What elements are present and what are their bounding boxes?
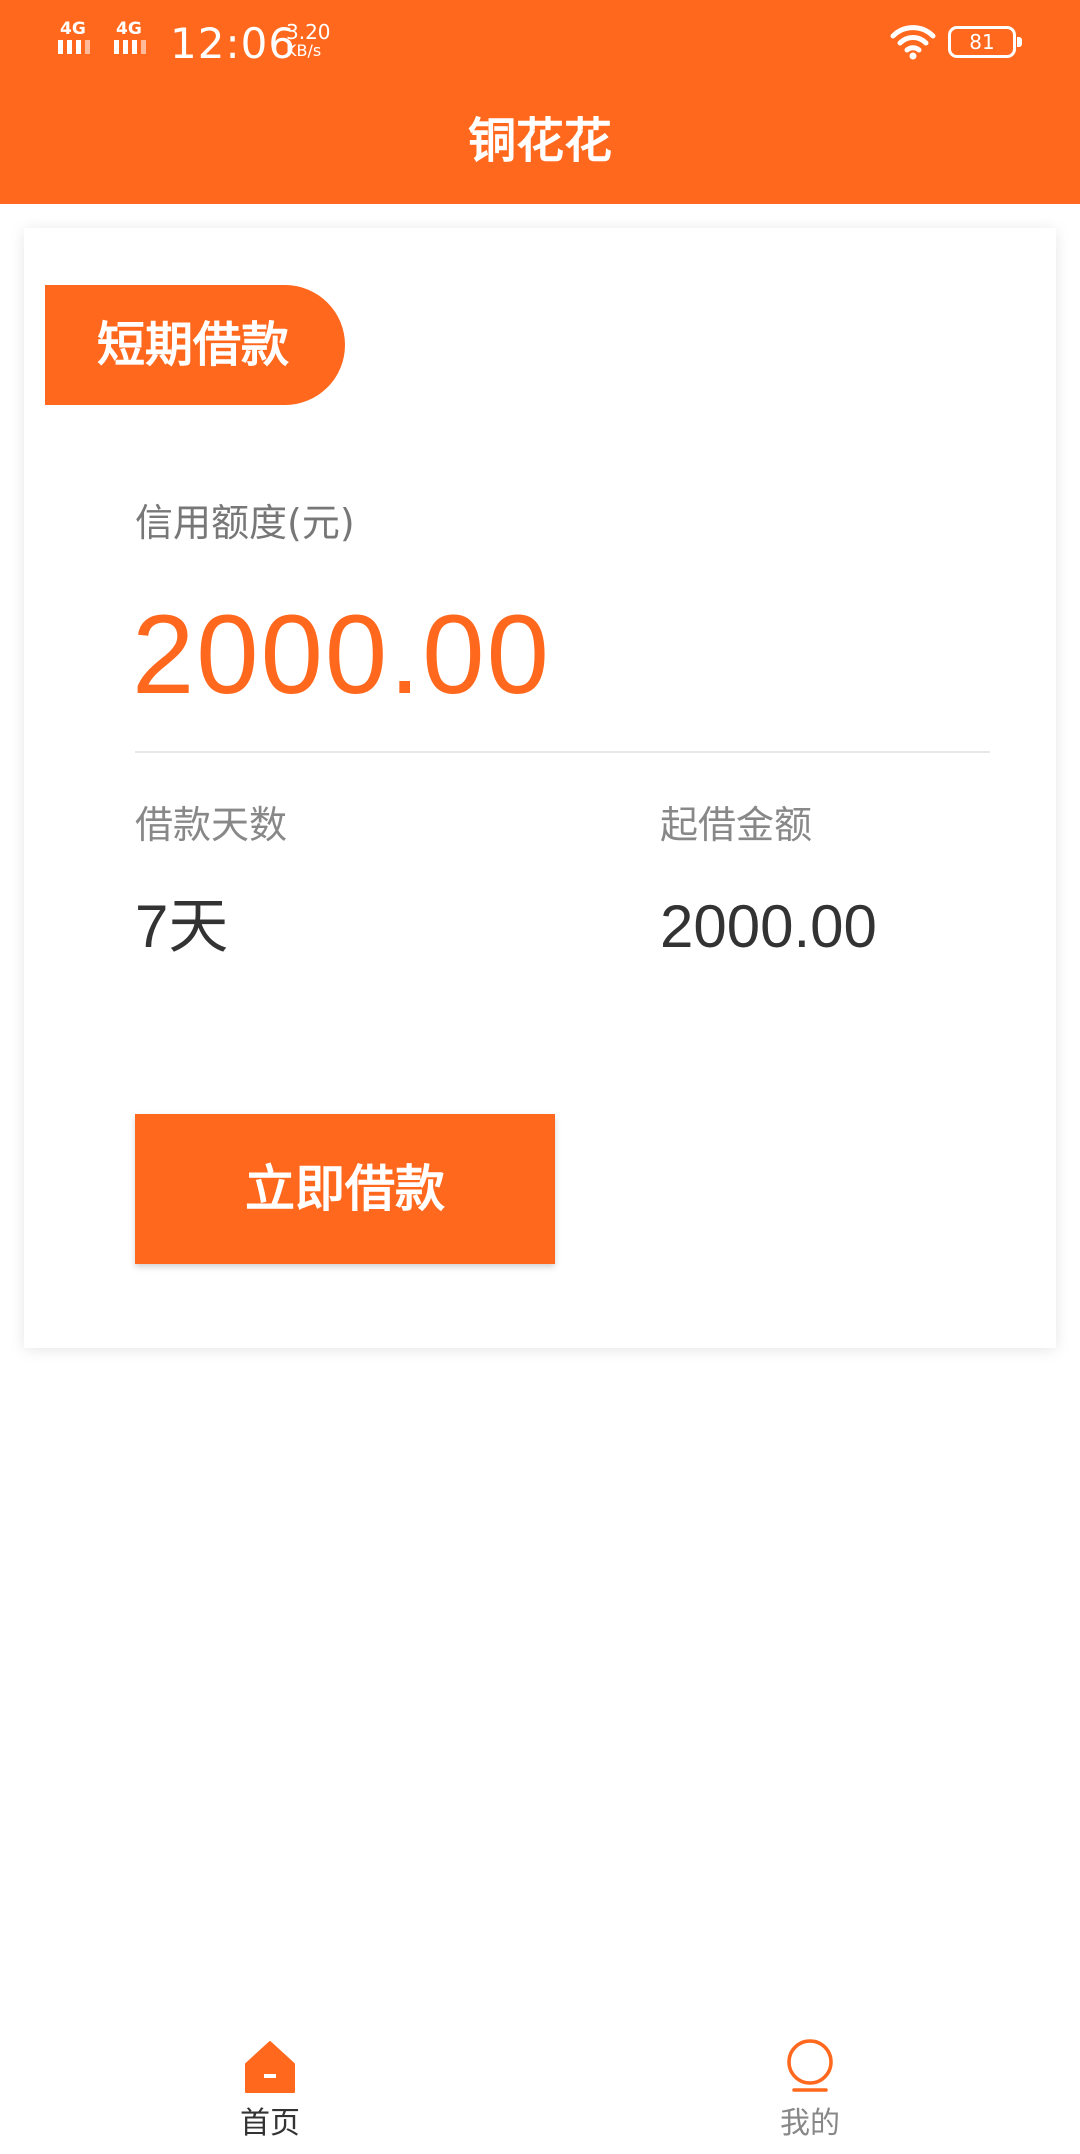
signal-bars-2-icon xyxy=(114,40,146,54)
credit-limit-value: 2000.00 xyxy=(132,592,551,717)
status-bar: 4G 4G 12:06 3.20 KB/s 81 xyxy=(0,0,1080,90)
min-amount-value: 2000.00 xyxy=(660,893,877,960)
signal-1: 4G xyxy=(58,20,104,60)
loan-card: 短期借款 信用额度(元) 2000.00 借款天数 7天 起借金额 2000.0… xyxy=(24,228,1056,1348)
network-speed: 3.20 KB/s xyxy=(286,22,331,60)
nav-label-profile: 我的 xyxy=(780,2106,840,2141)
page-title: 铜花花 xyxy=(467,113,612,169)
loan-type-tag: 短期借款 xyxy=(45,285,345,405)
battery-icon: 81 xyxy=(948,26,1022,58)
status-time: 12:06 xyxy=(170,19,297,68)
wifi-icon xyxy=(890,25,936,60)
network-type-1: 4G xyxy=(60,19,86,39)
loan-days-label: 借款天数 xyxy=(135,803,288,847)
speed-unit: KB/s xyxy=(286,41,322,60)
loan-days-value: 7天 xyxy=(135,893,229,960)
credit-limit-label: 信用额度(元) xyxy=(135,501,355,545)
bottom-nav: 首页 我的 xyxy=(0,2016,1080,2154)
signal-2: 4G xyxy=(114,20,160,60)
nav-item-profile[interactable]: 我的 xyxy=(710,2016,910,2154)
home-icon xyxy=(245,2041,295,2093)
divider xyxy=(135,751,990,753)
nav-label-home: 首页 xyxy=(240,2106,300,2141)
app-header: 4G 4G 12:06 3.20 KB/s 81 铜花花 xyxy=(0,0,1080,204)
app-screen: 4G 4G 12:06 3.20 KB/s 81 铜花花 短期借款 信用额度(元… xyxy=(0,0,1080,2154)
nav-item-home[interactable]: 首页 xyxy=(170,2016,370,2154)
network-type-2: 4G xyxy=(116,19,142,39)
profile-icon xyxy=(787,2039,833,2092)
borrow-now-button[interactable]: 立即借款 xyxy=(135,1114,555,1264)
signal-bars-1-icon xyxy=(58,40,90,54)
speed-value: 3.20 xyxy=(286,20,331,44)
min-amount-label: 起借金额 xyxy=(660,803,813,847)
